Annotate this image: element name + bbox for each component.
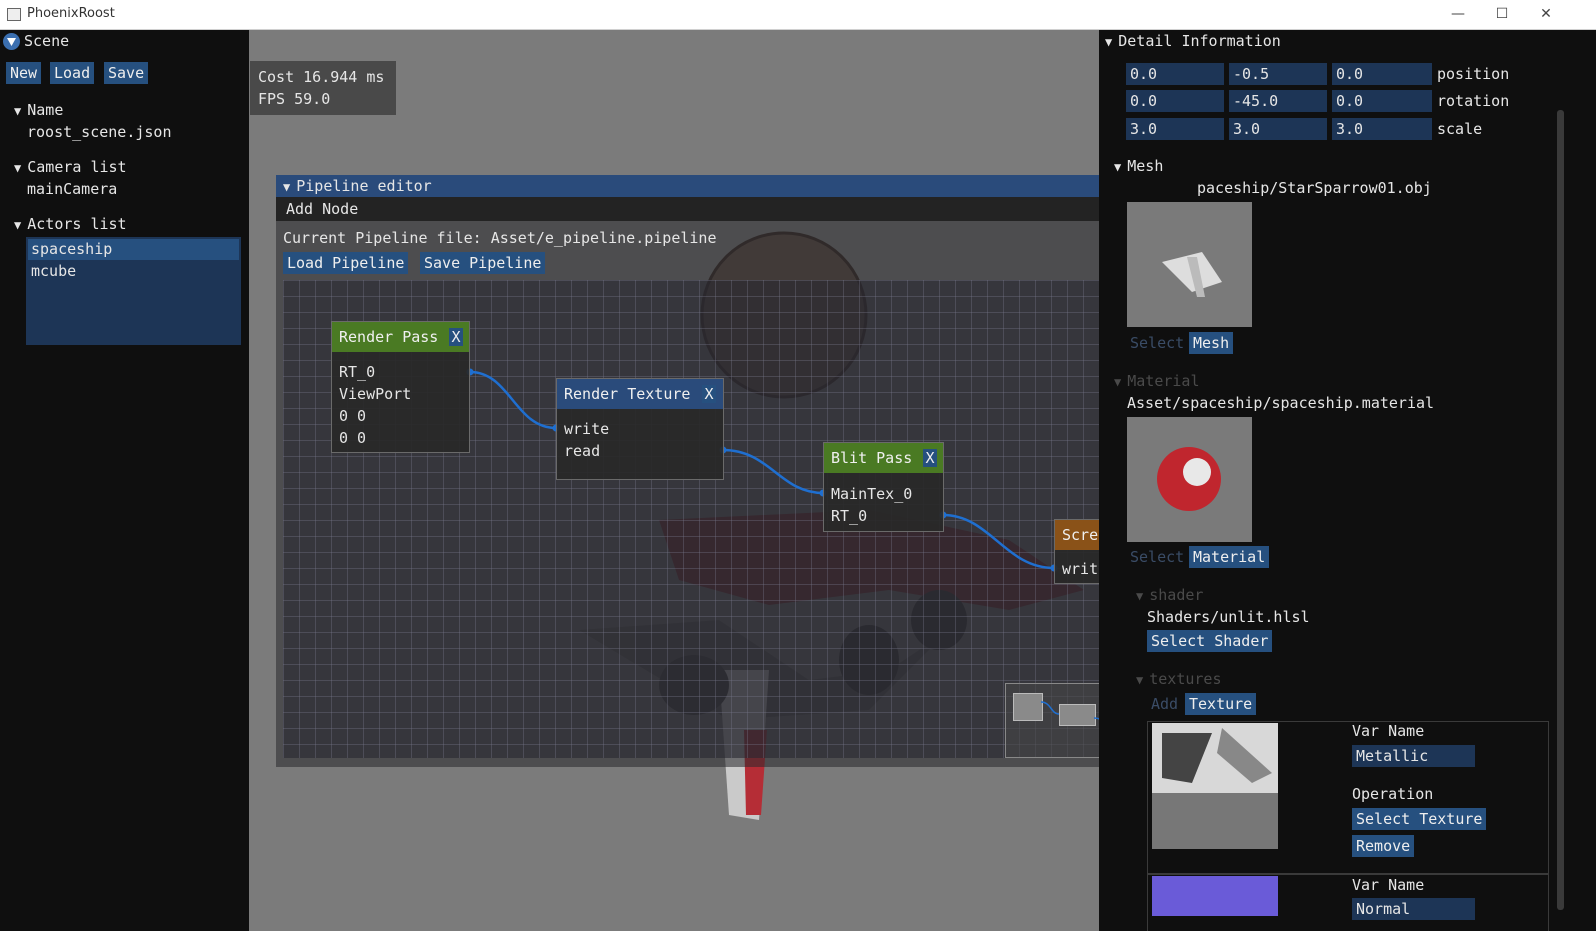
mesh-path: paceship/StarSparrow01.obj [1197,179,1432,197]
link-read-maintex [722,448,824,495]
shader-path: Shaders/unlit.hlsl [1147,608,1310,626]
scale-x-field[interactable]: 3.0 [1126,118,1224,140]
expand-icon: ▼ [1114,375,1122,389]
mesh-section[interactable]: ▼ Mesh [1114,157,1163,175]
node-output-rt[interactable]: RT_0 [831,507,867,525]
textures-section[interactable]: ▼ textures [1136,670,1221,688]
node-header[interactable]: Render Texture [557,379,723,409]
var-name-label: Var Name [1352,876,1425,894]
node-close-button[interactable]: X [702,385,716,403]
node-render-pass[interactable]: Render Pass X RT_0 ViewPort 0 0 0 0 [331,321,470,453]
shader-section[interactable]: ▼ shader [1136,586,1203,604]
normal-texture-image [1152,876,1278,916]
operation-label: Operation [1352,785,1434,803]
select-material-button[interactable]: Material [1189,546,1270,568]
node-input-maintex[interactable]: MainTex_0 [831,485,912,503]
select-shader-button[interactable]: Select Shader [1147,630,1273,652]
position-z-field[interactable]: 0.0 [1332,63,1432,85]
node-output-rt[interactable]: RT_0 [339,363,375,381]
shader-section-label: shader [1149,586,1204,604]
node-row-viewport: ViewPort [339,385,412,403]
remove-texture-button[interactable]: Remove [1352,835,1415,857]
add-texture-button[interactable]: Texture [1185,693,1257,715]
mesh-preview-image [1127,202,1252,327]
position-x-field[interactable]: 0.0 [1126,63,1224,85]
position-y-field[interactable]: -0.5 [1229,63,1327,85]
rotation-y-field[interactable]: -45.0 [1229,90,1327,112]
node-title: Blit Pass [831,449,913,467]
material-path: Asset/spaceship/spaceship.material [1127,394,1435,412]
link-rt0-screen [942,513,1055,570]
expand-icon: ▼ [1136,673,1144,687]
expand-icon: ▼ [1114,160,1122,174]
node-row-viewport-size: 0 0 [339,429,367,447]
detail-scrollbar[interactable] [1557,110,1564,910]
var-name-field-metallic[interactable]: Metallic [1352,745,1475,767]
scale-label: scale [1437,120,1483,138]
var-name-field-normal[interactable]: Normal [1352,898,1475,920]
rotation-label: rotation [1437,92,1510,110]
collapse-icon: ▼ [1105,35,1113,49]
material-preview-image [1127,417,1252,542]
select-material-faded: Select [1130,548,1185,566]
position-label: position [1437,65,1510,83]
node-render-texture[interactable]: Render Texture X write read [556,378,724,480]
metallic-texture-image [1152,723,1278,849]
node-output-read[interactable]: read [564,442,600,460]
material-section[interactable]: ▼ Material [1114,372,1199,390]
link-rt0-write [469,370,557,430]
var-name-label: Var Name [1352,722,1425,740]
node-row-viewport-offset: 0 0 [339,407,367,425]
rotation-z-field[interactable]: 0.0 [1332,90,1432,112]
detail-title: Detail Information [1118,32,1281,50]
select-texture-button[interactable]: Select Texture [1352,808,1487,830]
detail-header[interactable]: ▼ Detail Information [1105,30,1281,52]
add-texture-faded: Add [1151,695,1179,713]
material-section-label: Material [1127,372,1200,390]
scale-z-field[interactable]: 3.0 [1332,118,1432,140]
node-title: Render Texture [564,385,691,403]
scale-y-field[interactable]: 3.0 [1229,118,1327,140]
node-title: Render Pass [339,328,439,346]
node-blit-pass[interactable]: Blit Pass X MainTex_0 RT_0 [823,442,944,532]
node-close-button[interactable]: X [923,449,937,467]
select-mesh-button[interactable]: Mesh [1189,332,1234,354]
expand-icon: ▼ [1136,589,1144,603]
mesh-section-label: Mesh [1127,157,1164,175]
select-mesh-faded: Select [1130,334,1185,352]
node-close-button[interactable]: X [449,328,463,346]
node-input-write[interactable]: write [564,420,609,438]
rotation-x-field[interactable]: 0.0 [1126,90,1224,112]
textures-section-label: textures [1149,670,1222,688]
detail-panel: ▼ Detail Information 0.0 -0.5 0.0 positio… [1099,30,1596,931]
